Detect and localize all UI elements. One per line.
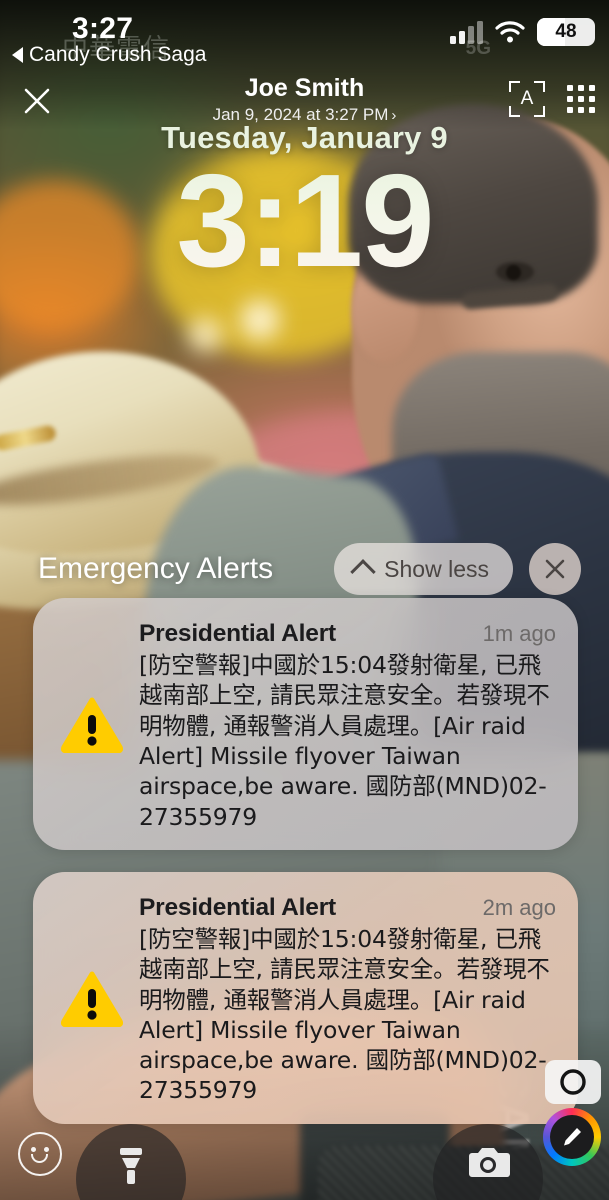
alert-message: [防空警報]中國於15:04發射衛星, 已飛越南部上空, 請民眾注意安全。若發現…	[139, 651, 550, 831]
live-text-icon: A	[520, 88, 534, 109]
back-to-app-button[interactable]: Candy Crush Saga	[12, 43, 206, 67]
phone-screen: CAMEL 中華電信 3:27 Candy Crush Saga 5G	[0, 0, 609, 1200]
nav-bar: Joe Smith Jan 9, 2024 at 3:27 PM › A	[0, 72, 609, 130]
smiley-eye	[44, 1147, 49, 1152]
emergency-alerts-group: Emergency Alerts Show less Presidential …	[0, 540, 609, 1146]
pen-button-inner	[550, 1115, 594, 1159]
status-bar-clock: 3:27	[72, 12, 134, 45]
signal-bars-icon	[450, 20, 483, 44]
camera-icon	[560, 1069, 586, 1095]
photo-blob	[188, 318, 222, 352]
shutter-preview-button[interactable]	[545, 1060, 601, 1104]
lock-screen-clock-block: Tuesday, January 9 3:19	[0, 120, 609, 291]
chevron-right-icon: ›	[391, 106, 397, 124]
live-text-button[interactable]: A	[509, 81, 545, 117]
alert-title: Presidential Alert	[139, 893, 337, 921]
grid-view-button[interactable]	[567, 85, 595, 113]
back-to-app-label: Candy Crush Saga	[29, 43, 207, 66]
camera-icon	[469, 1148, 510, 1177]
alert-timestamp: 2m ago	[482, 894, 556, 920]
alert-message: [防空警報]中國於15:04發射衛星, 已飛越南部上空, 請民眾注意安全。若發現…	[139, 924, 550, 1105]
bottom-bar	[0, 1060, 609, 1200]
triangle-left-icon	[12, 47, 23, 63]
pen-color-wheel-icon[interactable]	[543, 1108, 601, 1166]
pen-icon	[564, 1128, 581, 1146]
alert-timestamp: 1m ago	[482, 621, 556, 646]
flashlight-button[interactable]	[76, 1124, 186, 1200]
grid-icon	[567, 107, 573, 113]
camera-button[interactable]	[433, 1124, 543, 1200]
close-icon	[545, 559, 565, 579]
smiley-face-icon[interactable]	[18, 1132, 62, 1176]
warning-triangle-icon	[61, 697, 123, 753]
show-less-label: Show less	[384, 555, 489, 582]
warning-triangle-icon	[61, 971, 123, 1027]
status-bar-indicators: 48	[450, 18, 595, 46]
grid-icon	[567, 85, 573, 91]
photo-blob	[240, 300, 280, 340]
battery-level-label: 48	[555, 21, 577, 42]
status-bar: 中華電信 3:27 Candy Crush Saga 5G 48	[0, 0, 609, 72]
show-less-button[interactable]: Show less	[334, 543, 513, 595]
photo-timestamp-label: Jan 9, 2024 at 3:27 PM	[212, 104, 389, 124]
alert-header-row: Presidential Alert 1m ago	[139, 620, 556, 648]
grid-icon	[578, 96, 584, 102]
grid-icon	[589, 85, 595, 91]
smiley-eye	[31, 1147, 36, 1152]
alert-title: Presidential Alert	[139, 620, 337, 647]
alert-card[interactable]: Presidential Alert 1m ago [防空警報]中國於15:04…	[33, 598, 578, 850]
alert-header-row: Presidential Alert 2m ago	[139, 894, 556, 922]
chevron-up-icon	[350, 559, 376, 585]
grid-icon	[589, 107, 595, 113]
alerts-group-title: Emergency Alerts	[38, 552, 274, 585]
grid-icon	[567, 96, 573, 102]
grid-icon	[589, 96, 595, 102]
clear-alerts-button[interactable]	[529, 543, 581, 595]
nav-actions: A	[509, 81, 595, 117]
alert-body: Presidential Alert 1m ago [防空警報]中國於15:04…	[139, 618, 556, 832]
alert-icon-slot	[55, 618, 129, 832]
grid-icon	[578, 85, 584, 91]
alert-icon-slot	[55, 892, 129, 1106]
lock-screen-time: 3:19	[0, 151, 609, 291]
alert-body: Presidential Alert 2m ago [防空警報]中國於15:04…	[139, 892, 556, 1106]
wifi-icon	[495, 20, 525, 44]
alerts-group-header: Emergency Alerts Show less	[0, 540, 609, 598]
smiley-mouth	[31, 1154, 48, 1163]
battery-icon: 48	[537, 18, 595, 46]
grid-icon	[578, 107, 584, 113]
flashlight-icon	[120, 1148, 142, 1184]
